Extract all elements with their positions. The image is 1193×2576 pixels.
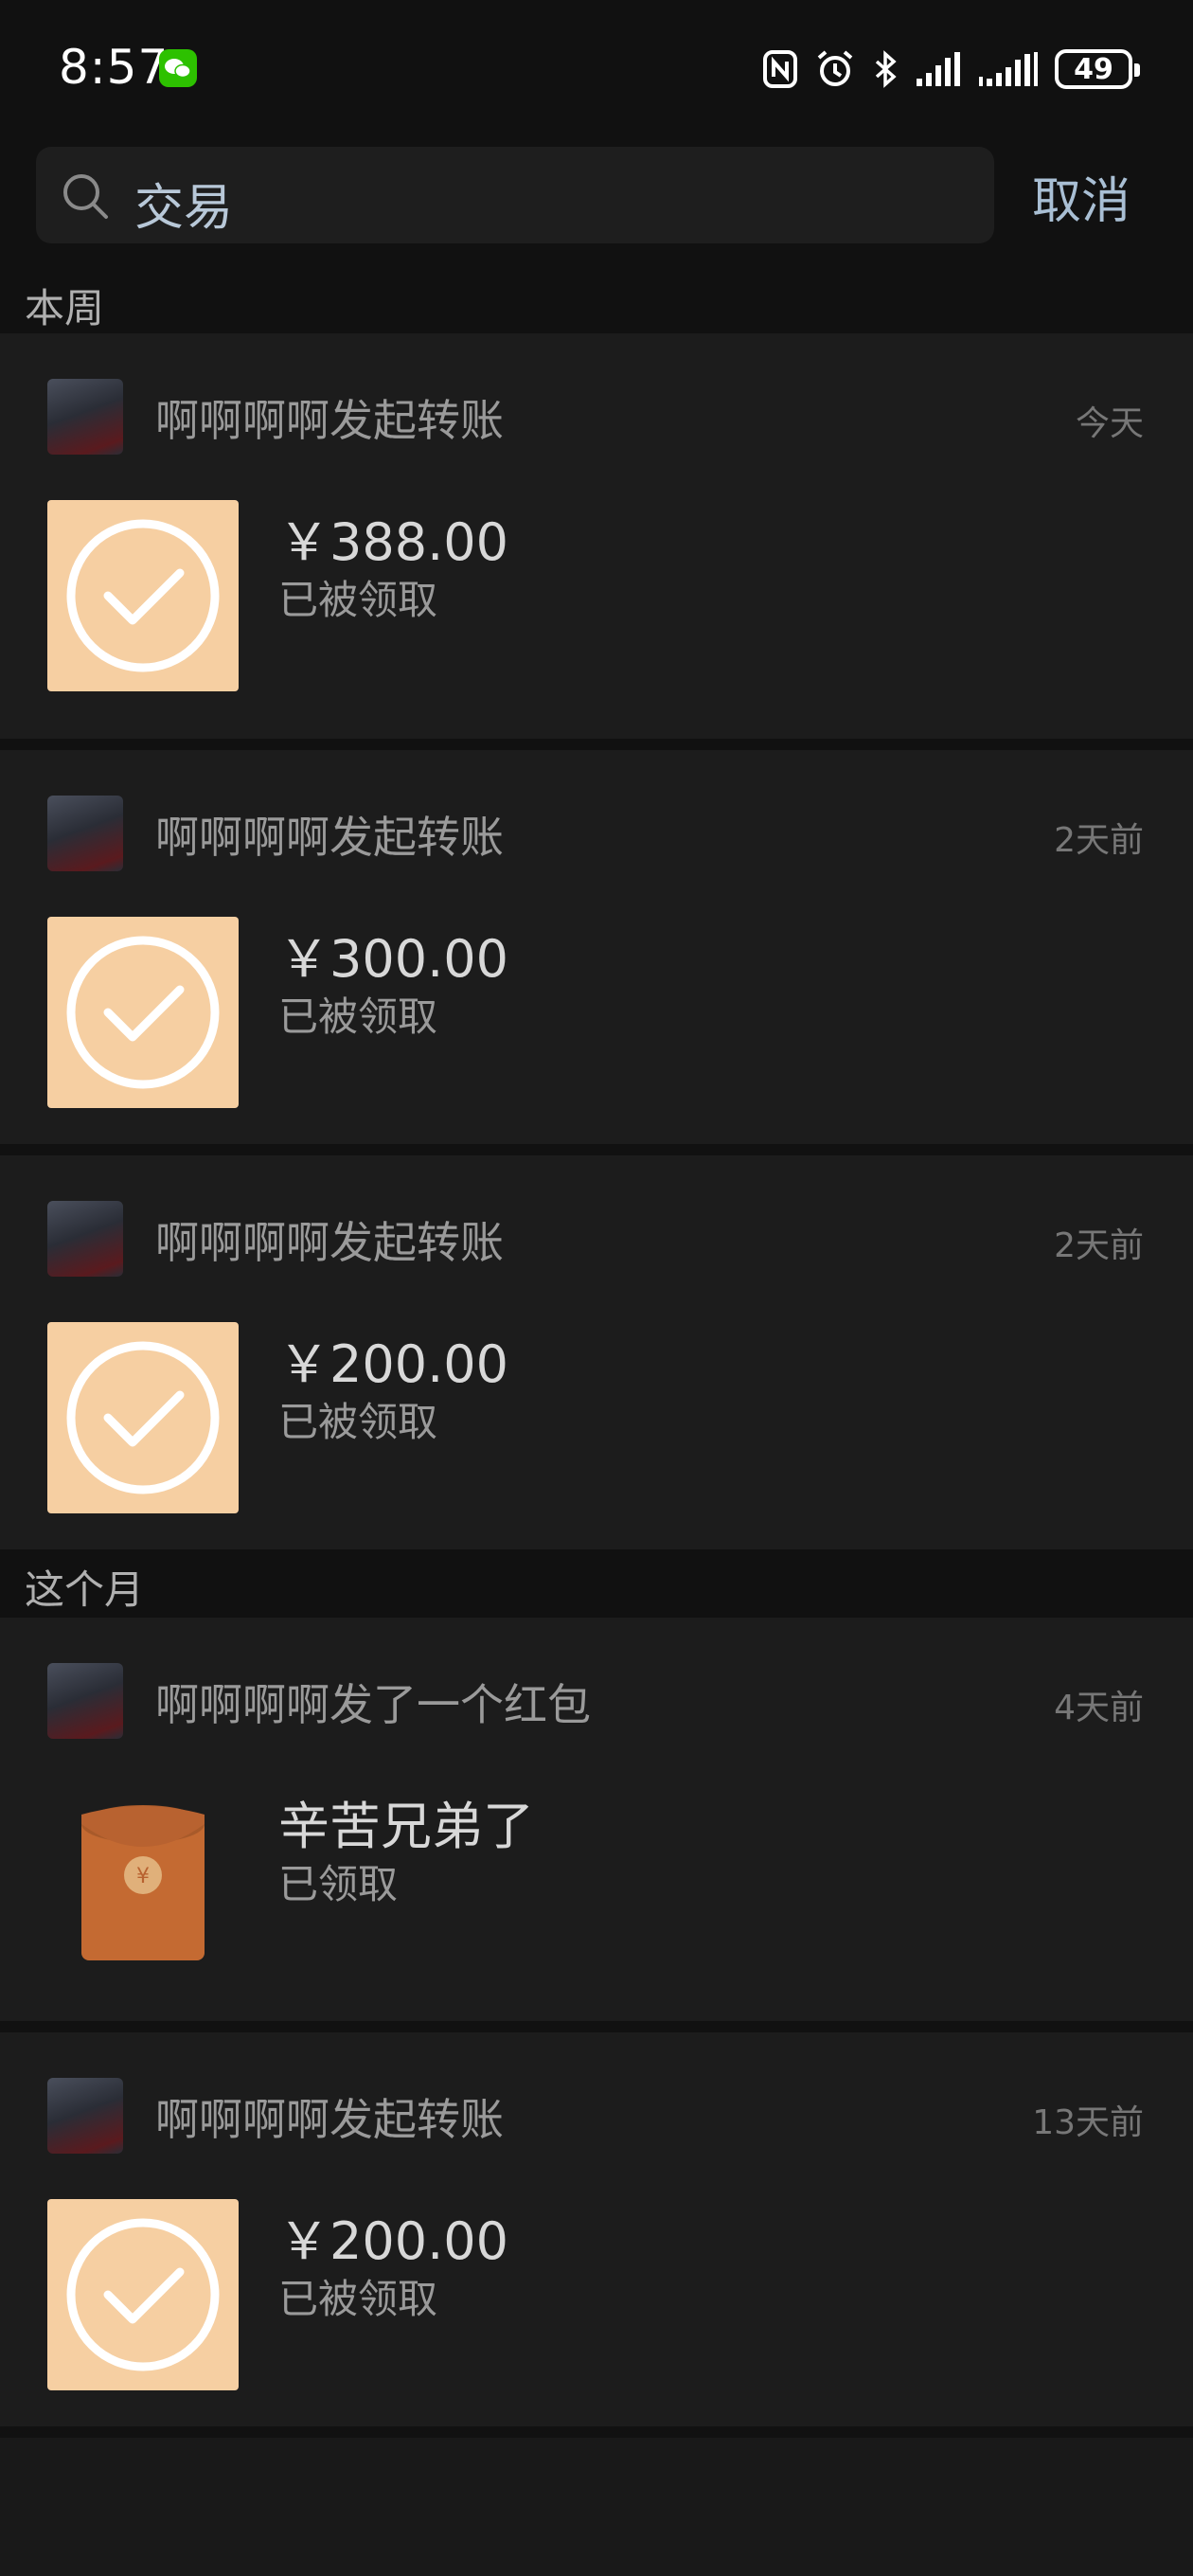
- record-amount: ￥200.00: [278, 2211, 508, 2271]
- transfer-received-icon: [47, 2199, 239, 2390]
- alarm-icon: [817, 50, 853, 86]
- section-title-this-month: 这个月: [25, 1566, 145, 1613]
- status-time: 8:57: [59, 40, 169, 95]
- avatar: [47, 1663, 123, 1739]
- record-title: 啊啊啊啊发起转账: [155, 395, 504, 446]
- search-query: 交易: [134, 180, 234, 237]
- red-packet-card[interactable]: 啊啊啊啊发了一个红包 4天前 ¥ 辛苦兄弟了 已领取: [0, 1618, 1193, 2021]
- avatar: [47, 1201, 123, 1277]
- status-icons: 49: [761, 45, 1140, 93]
- record-title: 啊啊啊啊发了一个红包: [155, 1679, 591, 1730]
- avatar: [47, 2078, 123, 2154]
- record-amount: ￥200.00: [278, 1334, 508, 1394]
- avatar: [47, 379, 123, 455]
- transaction-card[interactable]: 啊啊啊啊发起转账 2天前 ￥200.00 已被领取: [0, 1155, 1193, 1549]
- record-amount: ￥300.00: [278, 929, 508, 989]
- battery-level: 49: [1074, 52, 1113, 86]
- cancel-button[interactable]: 取消: [1032, 161, 1131, 232]
- transaction-card[interactable]: 啊啊啊啊发起转账 2天前 ￥300.00 已被领取: [0, 750, 1193, 1144]
- battery-icon: 49: [1055, 49, 1140, 89]
- record-status: 已被领取: [278, 2276, 438, 2322]
- record-message: 辛苦兄弟了: [278, 1797, 534, 1856]
- transfer-received-icon: [47, 917, 239, 1108]
- record-time: 2天前: [1054, 1226, 1144, 1265]
- red-packet-icon: ¥: [81, 1805, 205, 1960]
- record-time: 今天: [1075, 404, 1144, 443]
- record-title: 啊啊啊啊发起转账: [155, 2094, 504, 2145]
- svg-text:¥: ¥: [136, 1865, 150, 1888]
- record-status: 已领取: [278, 1861, 399, 1907]
- record-time: 4天前: [1054, 1689, 1144, 1727]
- transaction-card[interactable]: 啊啊啊啊发起转账 今天 ￥388.00 已被领取: [0, 333, 1193, 739]
- transaction-card[interactable]: 啊啊啊啊发起转账 13天前 ￥200.00 已被领取: [0, 2032, 1193, 2426]
- record-title: 啊啊啊啊发起转账: [155, 812, 504, 863]
- wechat-icon: [159, 49, 197, 87]
- list-bottom: [0, 2438, 1193, 2576]
- bluetooth-icon: [875, 50, 897, 88]
- record-title: 啊啊啊啊发起转账: [155, 1217, 504, 1268]
- signal-icon: [917, 52, 960, 86]
- transfer-received-icon: [47, 500, 239, 691]
- search-icon: [63, 174, 108, 219]
- record-status: 已被领取: [278, 993, 438, 1040]
- record-amount: ￥388.00: [278, 512, 508, 572]
- record-time: 13天前: [1032, 2103, 1144, 2142]
- avatar: [47, 796, 123, 871]
- signal-2-icon: [979, 52, 1038, 86]
- search-input[interactable]: 交易: [36, 147, 994, 243]
- transfer-received-icon: [47, 1322, 239, 1513]
- record-status: 已被领取: [278, 1399, 438, 1445]
- status-bar: 8:57 49: [0, 0, 1193, 133]
- record-status: 已被领取: [278, 577, 438, 623]
- record-time: 2天前: [1054, 821, 1144, 860]
- nfc-icon: [763, 50, 797, 88]
- section-title-this-week: 本周: [25, 285, 105, 331]
- search-header: 交易 取消: [0, 133, 1193, 265]
